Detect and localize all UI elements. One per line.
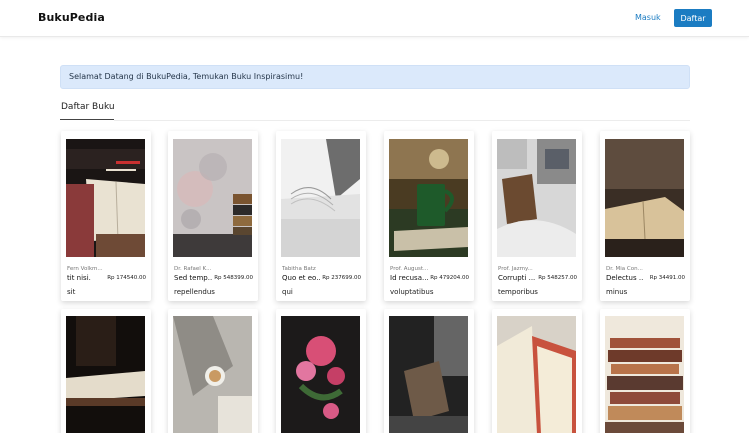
book-author: Fern Volkm... (67, 266, 103, 272)
book-card[interactable]: Prof. August... Id recusa... Rp 479204.0… (384, 131, 474, 301)
book-cover-image (497, 316, 576, 433)
book-price: Rp 548257.00 (538, 275, 577, 281)
book-tag: minus (606, 288, 628, 296)
book-tag: sit (67, 288, 76, 296)
book-card[interactable] (61, 309, 151, 433)
book-price: Rp 237699.00 (322, 275, 361, 281)
book-title: tit nisi. (67, 274, 91, 282)
book-card[interactable] (492, 309, 582, 433)
navbar: BukuPedia Masuk Daftar (0, 0, 749, 37)
welcome-alert: Selamat Datang di BukuPedia, Temukan Buk… (60, 65, 690, 89)
book-author: Prof. Jazmy... (498, 266, 533, 272)
book-price: Rp 548399.00 (214, 275, 253, 281)
book-card[interactable] (600, 309, 690, 433)
book-title: Delectus ... (606, 274, 644, 282)
book-price: Rp 34491.00 (649, 275, 685, 281)
book-title: Quo et eo... (282, 274, 320, 282)
book-title: Corrupti ... (498, 274, 536, 282)
book-cover-image (281, 316, 360, 433)
book-title: Sed temp... (174, 274, 212, 282)
book-author: Dr. Rafael K... (174, 266, 212, 272)
book-cover-image (605, 316, 684, 433)
book-cover-image (281, 139, 360, 257)
book-card[interactable]: Prof. Jazmy... Corrupti ... Rp 548257.00… (492, 131, 582, 301)
book-author: Prof. August... (390, 266, 429, 272)
book-cover-image (605, 139, 684, 257)
book-card[interactable]: Fern Volkm... tit nisi. Rp 174540.00 sit (61, 131, 151, 301)
book-cover-image (66, 316, 145, 433)
book-author: Tabitha Batz (282, 266, 316, 272)
book-price: Rp 479204.00 (430, 275, 469, 281)
book-card[interactable]: Dr. Rafael K... Sed temp... Rp 548399.00… (168, 131, 258, 301)
book-cover-image (173, 139, 252, 257)
book-cover-image (497, 139, 576, 257)
book-card[interactable] (168, 309, 258, 433)
book-tag: qui (282, 288, 293, 296)
register-button[interactable]: Daftar (674, 9, 712, 27)
section-divider (114, 120, 690, 121)
section-title: Daftar Buku (61, 102, 115, 112)
book-cover-image (66, 139, 145, 257)
book-card[interactable] (384, 309, 474, 433)
book-cover-image (389, 316, 468, 433)
login-link[interactable]: Masuk (635, 13, 661, 22)
book-price: Rp 174540.00 (107, 275, 146, 281)
section-underline (60, 119, 114, 120)
book-tag: voluptatibus (390, 288, 434, 296)
book-author: Dr. Mia Con... (606, 266, 643, 272)
brand-logo[interactable]: BukuPedia (38, 11, 105, 24)
book-cover-image (389, 139, 468, 257)
book-card[interactable]: Dr. Mia Con... Delectus ... Rp 34491.00 … (600, 131, 690, 301)
book-title: Id recusa... (390, 274, 428, 282)
book-tag: temporibus (498, 288, 538, 296)
book-cover-image (173, 316, 252, 433)
book-card[interactable]: Tabitha Batz Quo et eo... Rp 237699.00 q… (276, 131, 366, 301)
book-card[interactable] (276, 309, 366, 433)
book-tag: repellendus (174, 288, 215, 296)
